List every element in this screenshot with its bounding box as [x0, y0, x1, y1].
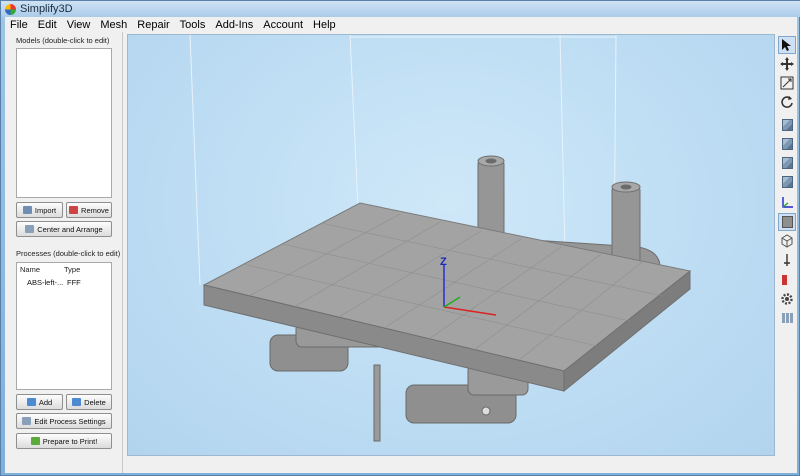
menu-help[interactable]: Help [312, 19, 337, 31]
add-icon [26, 398, 36, 406]
view-default-icon[interactable] [778, 116, 796, 134]
cross-section-icon[interactable] [778, 271, 796, 289]
viewport-scene: Z [189, 35, 692, 442]
show-axes-icon[interactable] [778, 194, 796, 212]
view-side-icon[interactable] [778, 173, 796, 191]
z-axis-label: Z [440, 256, 447, 268]
menu-edit[interactable]: Edit [37, 19, 58, 31]
add-process-button[interactable]: Add [16, 394, 63, 410]
center-icon [25, 225, 35, 233]
menu-view[interactable]: View [66, 19, 92, 31]
column-name-header: Name [20, 265, 41, 274]
window-title: Simplify3D [20, 3, 73, 15]
models-list[interactable] [16, 48, 112, 198]
show-build-volume-icon[interactable] [778, 309, 796, 327]
view-front-icon[interactable] [778, 135, 796, 153]
menu-tools[interactable]: Tools [179, 19, 207, 31]
remove-button[interactable]: Remove [66, 202, 112, 218]
import-icon [22, 206, 32, 214]
menu-repair[interactable]: Repair [136, 19, 170, 31]
settings-gear-icon[interactable] [778, 290, 796, 308]
wireframe-icon[interactable] [778, 232, 796, 250]
left-panel: Models (double-click to edit) Import Rem… [5, 32, 123, 473]
delete-icon [72, 398, 82, 406]
remove-icon [69, 206, 79, 214]
process-name: ABS-left-... [27, 278, 64, 287]
menu-file[interactable]: File [9, 19, 29, 31]
right-toolbar [777, 34, 797, 334]
processes-list[interactable]: Name Type ABS-left-... FFF [16, 262, 112, 390]
scale-icon[interactable] [778, 74, 796, 92]
show-nozzle-icon[interactable] [778, 251, 796, 269]
rotate-icon[interactable] [778, 93, 796, 111]
import-button[interactable]: Import [16, 202, 63, 218]
view-top-icon[interactable] [778, 154, 796, 172]
client-area: Models (double-click to edit) Import Rem… [5, 32, 797, 473]
models-label: Models (double-click to edit) [16, 36, 110, 45]
processes-label: Processes (double-click to edit) [16, 249, 121, 258]
edit-process-settings-button[interactable]: Edit Process Settings [16, 413, 112, 429]
menu-account[interactable]: Account [262, 19, 304, 31]
select-arrow-icon[interactable] [778, 36, 796, 54]
center-and-arrange-button[interactable]: Center and Arrange [16, 221, 112, 237]
title-bar[interactable]: Simplify3D [1, 1, 800, 17]
app-window: Simplify3D File Edit View Mesh Repair To… [0, 0, 800, 476]
prepare-to-print-button[interactable]: Prepare to Print! [16, 433, 112, 449]
processes-list-header: Name Type [20, 265, 110, 277]
process-row[interactable]: ABS-left-... FFF [27, 278, 107, 287]
solid-view-icon[interactable] [778, 213, 796, 231]
edit-settings-icon [22, 417, 32, 425]
print-icon [30, 437, 40, 445]
3d-viewport[interactable]: Z [127, 34, 775, 456]
move-icon[interactable] [778, 55, 796, 73]
menu-bar: File Edit View Mesh Repair Tools Add-Ins… [5, 17, 797, 32]
process-type: FFF [67, 278, 81, 287]
app-logo-icon [5, 3, 16, 15]
delete-process-button[interactable]: Delete [66, 394, 112, 410]
menu-add-ins[interactable]: Add-Ins [214, 19, 254, 31]
menu-mesh[interactable]: Mesh [99, 19, 128, 31]
column-type-header: Type [64, 265, 81, 274]
